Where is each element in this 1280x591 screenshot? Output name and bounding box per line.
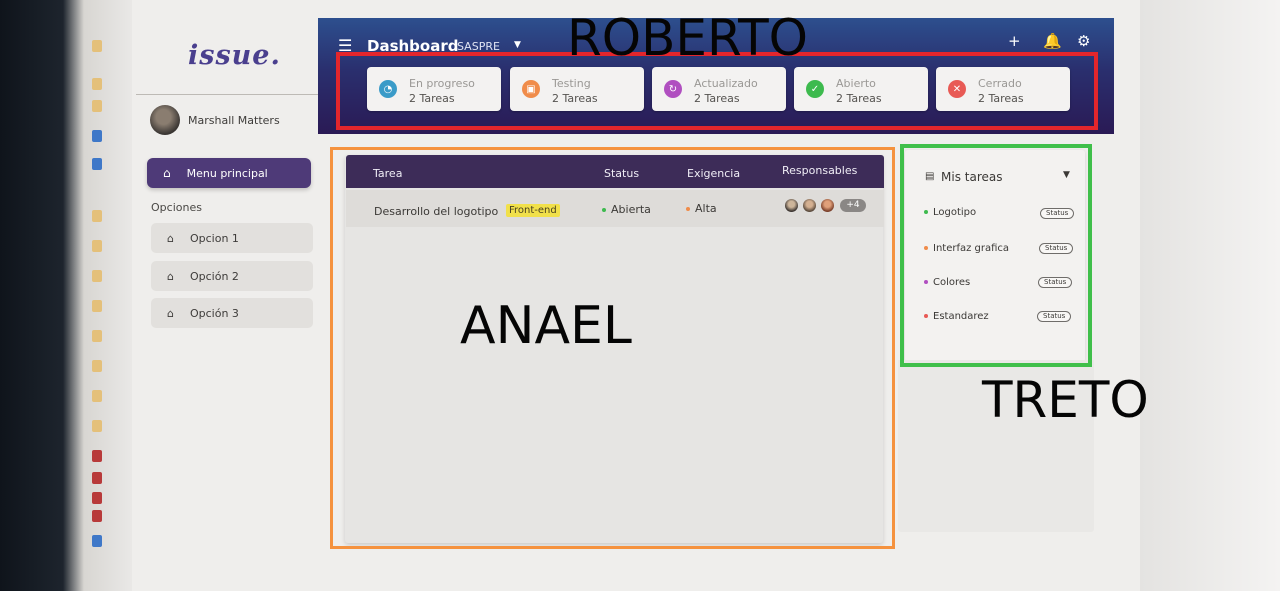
app-icon	[92, 472, 102, 484]
screen-bezel	[1140, 0, 1280, 591]
folder-icon	[92, 78, 102, 90]
menu-principal-label: Menu principal	[186, 166, 268, 180]
home-icon: ⌂	[167, 306, 174, 320]
sidebar-item-opcion-3[interactable]: ⌂ Opción 3	[151, 298, 313, 328]
menu-principal-button[interactable]: ⌂ Menu principal	[147, 158, 311, 188]
sidebar-item-label: Opción 3	[189, 306, 239, 320]
app-logo[interactable]: issue.	[188, 40, 281, 71]
folder-icon	[92, 210, 102, 222]
annotation-box-treto	[900, 144, 1092, 367]
folder-icon	[92, 330, 102, 342]
plus-icon[interactable]: +	[1008, 32, 1021, 50]
monitor-icon	[92, 158, 102, 170]
folder-icon	[92, 100, 102, 112]
app-icon	[92, 492, 102, 504]
sidebar-item-label: Opcion 1	[189, 231, 239, 245]
app-icon	[92, 510, 102, 522]
app-icon	[92, 450, 102, 462]
options-heading: Opciones	[151, 201, 202, 214]
chevron-down-icon[interactable]: ▼	[514, 40, 521, 50]
folder-icon	[92, 390, 102, 402]
folder-icon	[92, 40, 102, 52]
sidebar-divider	[136, 94, 320, 95]
home-icon: ⌂	[167, 269, 174, 283]
home-icon: ⌂	[163, 166, 171, 180]
gear-icon[interactable]: ⚙	[1077, 32, 1090, 50]
folder-icon	[92, 420, 102, 432]
app-icon	[92, 535, 102, 547]
annotation-label-anael: ANAEL	[460, 296, 632, 356]
folder-icon	[92, 300, 102, 312]
annotation-label-roberto: ROBERTO	[567, 9, 808, 67]
user-profile[interactable]: Marshall Matters	[150, 105, 280, 135]
bell-icon[interactable]: 🔔	[1043, 32, 1062, 50]
folder-icon	[92, 270, 102, 282]
desktop-background	[0, 0, 140, 591]
sidebar-item-label: Opción 2	[189, 269, 239, 283]
sidebar-item-opcion-1[interactable]: ⌂ Opcion 1	[151, 223, 313, 253]
cloud-icon	[92, 130, 102, 142]
user-name: Marshall Matters	[188, 113, 280, 127]
sidebar-item-opcion-2[interactable]: ⌂ Opción 2	[151, 261, 313, 291]
home-icon: ⌂	[167, 231, 174, 245]
folder-icon	[92, 240, 102, 252]
annotation-label-treto: TRETO	[982, 371, 1149, 429]
folder-icon	[92, 360, 102, 372]
avatar[interactable]	[150, 105, 180, 135]
